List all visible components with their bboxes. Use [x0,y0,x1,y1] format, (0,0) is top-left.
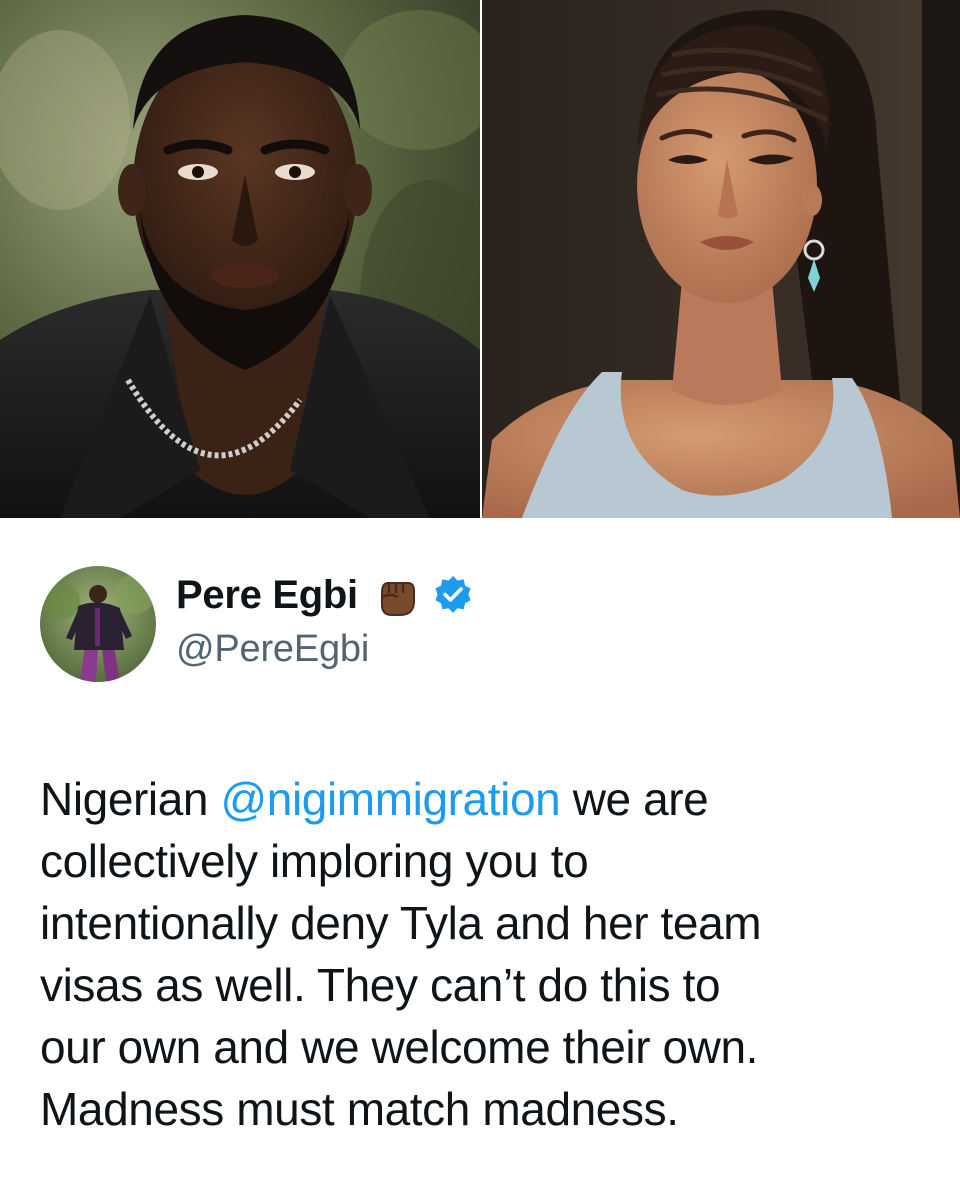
avatar-image [40,566,156,682]
tweet-line-text: Nigerian [40,773,221,825]
man-portrait-image [0,0,480,518]
verified-badge-icon [432,574,474,616]
tweet-line: Madness must match madness. [40,1083,679,1135]
raised-fist-icon [372,571,420,619]
portrait-photo-left[interactable] [0,0,480,518]
tweet-header: Pere Egbi @PereEgbi [40,566,474,686]
tweet-line: our own and we welcome their own. [40,1021,759,1073]
tweet-line: intentionally deny Tyla and her team [40,897,762,949]
tweet-line: collectively imploring you to [40,835,589,887]
tweet-line-text: we are [560,773,709,825]
display-name[interactable]: Pere Egbi [176,573,358,618]
tweet-text: Nigerian @nigimmigration we are collecti… [40,768,940,1140]
user-identity: Pere Egbi @PereEgbi [176,566,474,671]
portrait-photo-right[interactable] [482,0,960,518]
photo-collage [0,0,960,518]
tweet-line: visas as well. They can’t do this to [40,959,721,1011]
mention-link[interactable]: @nigimmigration [221,773,561,825]
user-handle[interactable]: @PereEgbi [176,628,474,671]
woman-portrait-image [482,0,960,518]
tweet-line: Nigerian @nigimmigration we are [40,768,940,830]
avatar[interactable] [40,566,156,682]
name-row: Pere Egbi [176,568,474,622]
